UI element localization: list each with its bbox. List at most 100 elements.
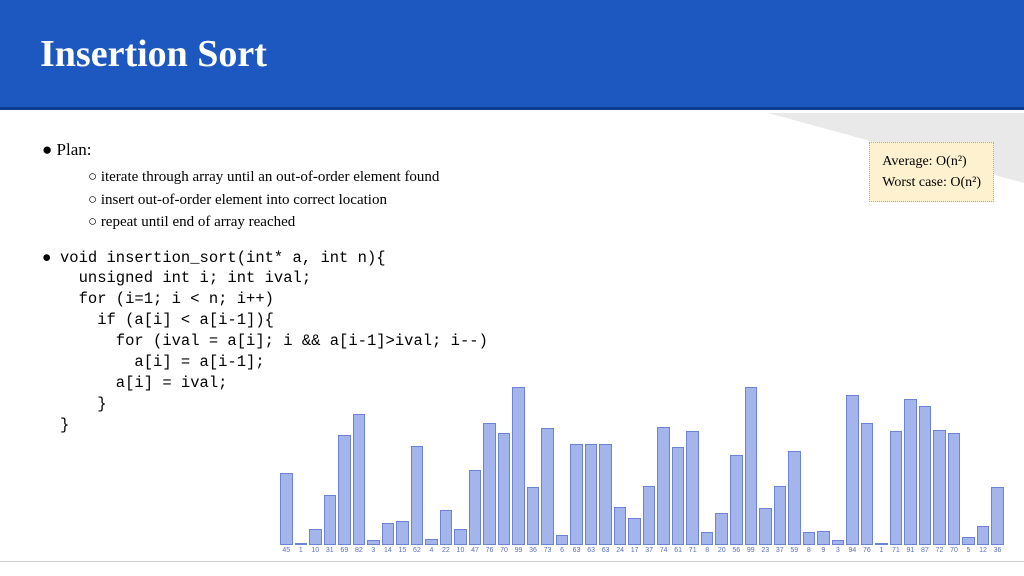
chart-bar: 17 <box>628 518 641 554</box>
chart-bar: 22 <box>440 510 453 554</box>
chart-bar: 63 <box>570 444 583 554</box>
code-line: } <box>60 416 69 434</box>
bar-rect <box>324 495 337 545</box>
bar-rect <box>599 444 612 545</box>
chart-bar: 56 <box>730 455 743 554</box>
bar-rect <box>817 531 830 545</box>
bar-label: 37 <box>776 547 784 554</box>
chart-bar: 15 <box>396 521 409 554</box>
bar-label: 36 <box>529 547 537 554</box>
bar-label: 62 <box>413 547 421 554</box>
chart-bar: 71 <box>890 431 903 554</box>
bar-label: 45 <box>282 547 290 554</box>
chart-bar: 24 <box>614 507 627 554</box>
chart-bar: 73 <box>541 428 554 554</box>
bar-label: 12 <box>979 547 987 554</box>
chart-bar: 36 <box>527 487 540 554</box>
bar-rect <box>396 521 409 545</box>
chart-bar: 37 <box>643 486 656 554</box>
chart-bar: 70 <box>498 433 511 554</box>
bar-label: 63 <box>587 547 595 554</box>
chart-bar: 4 <box>425 539 438 554</box>
bar-rect <box>657 427 670 545</box>
bar-rect <box>686 431 699 545</box>
chart-bar: 91 <box>904 399 917 554</box>
plan-item: iterate through array until an out-of-or… <box>88 166 984 189</box>
bar-rect <box>425 539 438 545</box>
bar-rect <box>353 414 366 545</box>
footer-divider <box>0 561 1024 562</box>
chart-bar: 94 <box>846 395 859 554</box>
bar-rect <box>440 510 453 545</box>
bar-label: 70 <box>500 547 508 554</box>
bar-rect <box>672 447 685 545</box>
bar-rect <box>338 435 351 545</box>
bar-label: 15 <box>398 547 406 554</box>
bar-label: 47 <box>471 547 479 554</box>
bar-label: 17 <box>631 547 639 554</box>
bar-label: 61 <box>674 547 682 554</box>
chart-bar: 62 <box>411 446 424 554</box>
bar-label: 91 <box>907 547 915 554</box>
chart-bar: 87 <box>919 406 932 554</box>
bar-label: 56 <box>732 547 740 554</box>
chart-bar: 59 <box>788 451 801 554</box>
bar-rect <box>715 513 728 545</box>
bar-label: 10 <box>457 547 465 554</box>
bar-rect <box>614 507 627 545</box>
chart-bar: 47 <box>469 470 482 554</box>
bar-rect <box>295 543 308 545</box>
bar-label: 1 <box>299 547 303 554</box>
chart-bar: 1 <box>295 543 308 554</box>
complexity-worst: Worst case: O(n²) <box>882 172 981 193</box>
chart-bar: 14 <box>382 523 395 554</box>
bar-label: 63 <box>573 547 581 554</box>
bar-label: 31 <box>326 547 334 554</box>
code-line: for (ival = a[i]; i && a[i-1]>ival; i--) <box>60 332 488 350</box>
plan-block: Plan: iterate through array until an out… <box>60 140 984 234</box>
bar-rect <box>483 423 496 545</box>
chart-bar: 74 <box>657 427 670 554</box>
chart-bar: 10 <box>454 529 467 554</box>
bar-rect <box>556 535 569 545</box>
chart-bar: 37 <box>774 486 787 554</box>
bar-rect <box>933 430 946 545</box>
chart-bar: 31 <box>324 495 337 554</box>
bar-rect <box>904 399 917 545</box>
chart-bar: 45 <box>280 473 293 554</box>
bar-rect <box>643 486 656 545</box>
bar-rect <box>774 486 787 545</box>
bar-label: 99 <box>515 547 523 554</box>
plan-item: insert out-of-order element into correct… <box>88 189 984 212</box>
bar-label: 10 <box>311 547 319 554</box>
bar-label: 87 <box>921 547 929 554</box>
code-line: if (a[i] < a[i-1]){ <box>60 311 274 329</box>
chart-bar: 9 <box>817 531 830 554</box>
bar-label: 24 <box>616 547 624 554</box>
bar-rect <box>541 428 554 545</box>
bar-rect <box>701 532 714 545</box>
slide-header: Insertion Sort <box>0 0 1024 110</box>
plan-item: repeat until end of array reached <box>88 211 984 234</box>
bar-rect <box>469 470 482 545</box>
chart-bar: 71 <box>686 431 699 554</box>
bar-label: 76 <box>863 547 871 554</box>
bar-label: 76 <box>486 547 494 554</box>
bar-label: 4 <box>429 547 433 554</box>
chart-bar: 63 <box>585 444 598 554</box>
bar-label: 71 <box>892 547 900 554</box>
chart-bar: 3 <box>832 540 845 554</box>
chart-bar: 6 <box>556 535 569 554</box>
sort-visualization-chart: 4511031698231415624221047767099367366363… <box>280 379 1004 554</box>
page-title: Insertion Sort <box>40 32 267 76</box>
bar-rect <box>382 523 395 545</box>
bar-label: 69 <box>340 547 348 554</box>
bar-rect <box>832 540 845 545</box>
bar-rect <box>788 451 801 545</box>
bar-label: 59 <box>790 547 798 554</box>
code-line: a[i] = ival; <box>60 374 227 392</box>
bar-label: 94 <box>848 547 856 554</box>
bar-label: 9 <box>821 547 825 554</box>
chart-bar: 12 <box>977 526 990 554</box>
chart-bar: 76 <box>861 423 874 554</box>
